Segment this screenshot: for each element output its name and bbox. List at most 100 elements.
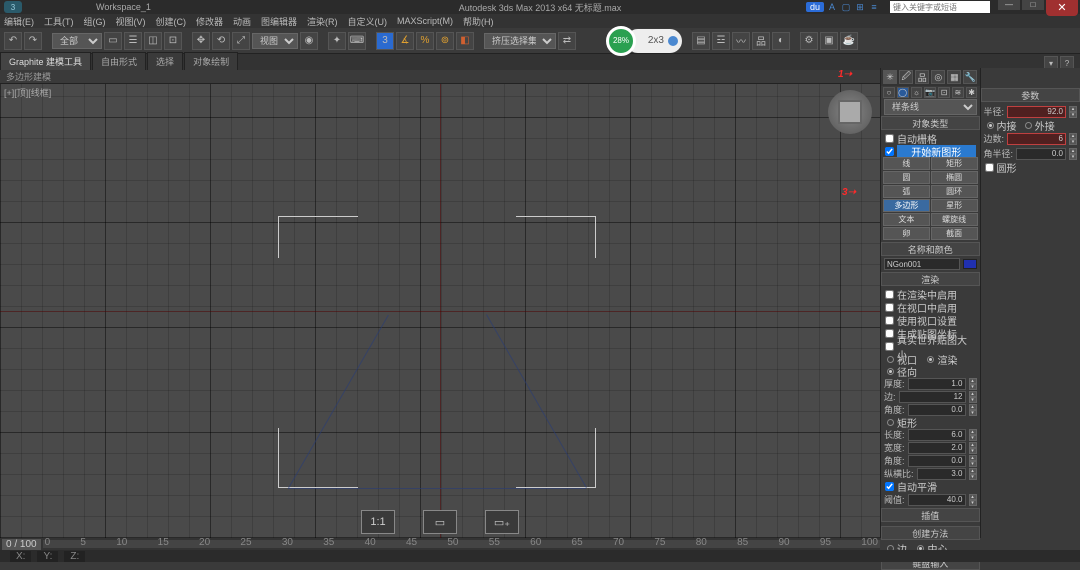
obj-line-button[interactable]: 线	[883, 157, 930, 170]
align-button[interactable]: ▤	[692, 32, 710, 50]
modify-tab-icon[interactable]: 🖉	[899, 70, 913, 84]
render-frame-button[interactable]: ▣	[820, 32, 838, 50]
space-warps-cat-icon[interactable]: ≋	[952, 87, 964, 98]
material-editor-button[interactable]: ◐	[772, 32, 790, 50]
rollout-name-color[interactable]: 名称和颜色	[881, 242, 980, 256]
scale-button[interactable]: ⤢	[232, 32, 250, 50]
ribbon-tab-freeform[interactable]: 自由形式	[92, 52, 146, 70]
rotate-button[interactable]: ⟲	[212, 32, 230, 50]
obj-circle-button[interactable]: 圆	[883, 171, 930, 184]
enable-render-checkbox[interactable]	[885, 290, 894, 299]
spinner-snap-button[interactable]: ⊚	[436, 32, 454, 50]
rollout-object-type[interactable]: 对象类型	[881, 116, 980, 130]
autogrid-checkbox[interactable]	[885, 134, 894, 143]
viewcube[interactable]	[828, 90, 872, 134]
rollout-creation-method[interactable]: 创建方法	[881, 526, 980, 540]
obj-helix-button[interactable]: 螺旋线	[931, 213, 978, 226]
inscribed-radio[interactable]	[987, 122, 994, 129]
helpers-cat-icon[interactable]: ⊡	[938, 87, 950, 98]
thickness-spinner[interactable]: 1.0	[908, 378, 966, 390]
display-tab-icon[interactable]: ▦	[947, 70, 961, 84]
width-spinner[interactable]: 2.0	[908, 442, 966, 454]
minimize-button[interactable]: —	[998, 0, 1020, 10]
viewcube-face-icon[interactable]	[838, 100, 862, 124]
angle-snap-button[interactable]: ∡	[396, 32, 414, 50]
move-button[interactable]: ✥	[192, 32, 210, 50]
circular-checkbox[interactable]	[985, 163, 994, 172]
aspect-button[interactable]: 1:1	[361, 510, 395, 534]
motion-tab-icon[interactable]: ◎	[931, 70, 945, 84]
menu-maxscript[interactable]: MAXScript(M)	[397, 16, 453, 26]
keyboard-shortcut-button[interactable]: ⌨	[348, 32, 366, 50]
aspect-spinner[interactable]: 3.0	[917, 468, 966, 480]
viewport-top[interactable]: [+][顶][线框] 1:1 ▭ ▭₊	[0, 84, 880, 538]
percent-snap-button[interactable]: %	[416, 32, 434, 50]
start-new-shape-checkbox[interactable]	[885, 147, 894, 156]
undo-button[interactable]: ↶	[4, 32, 22, 50]
text-a-icon[interactable]: A	[826, 1, 838, 13]
select-manipulate-button[interactable]: ✦	[328, 32, 346, 50]
rollout-rendering[interactable]: 渲染	[881, 272, 980, 286]
layers-button[interactable]: ☲	[712, 32, 730, 50]
utilities-tab-icon[interactable]: 🔧	[963, 70, 977, 84]
window-crossing-button[interactable]: ⊡	[164, 32, 182, 50]
coord-x[interactable]: X:	[10, 551, 31, 562]
menu-group[interactable]: 组(G)	[84, 15, 106, 28]
object-name-input[interactable]: NGon001	[884, 258, 960, 270]
autosmooth-checkbox[interactable]	[885, 482, 894, 491]
mirror-button[interactable]: ⇄	[558, 32, 576, 50]
menu-edit[interactable]: 编辑(E)	[4, 15, 34, 28]
app-logo-icon[interactable]: 3	[4, 1, 22, 13]
obj-donut-button[interactable]: 圆环	[931, 185, 978, 198]
rollout-parameters[interactable]: 参数	[981, 88, 1080, 102]
angle2-spinner[interactable]: 0.0	[908, 455, 966, 467]
obj-star-button[interactable]: 星形	[931, 199, 978, 212]
sides-spinner[interactable]: 12	[899, 391, 966, 403]
obj-egg-button[interactable]: 卵	[883, 227, 930, 240]
real-world-checkbox[interactable]	[885, 342, 894, 351]
threshold-spinner[interactable]: 40.0	[908, 494, 966, 506]
workspace-selector[interactable]: Workspace_1	[96, 2, 151, 12]
baidu-icon[interactable]: du	[806, 2, 824, 12]
lights-cat-icon[interactable]: ☼	[911, 87, 923, 98]
menu-modifiers[interactable]: 修改器	[196, 15, 223, 28]
maximize-button[interactable]: □	[1022, 0, 1044, 10]
circumscribed-radio[interactable]	[1025, 122, 1032, 129]
render-radio[interactable]	[927, 356, 934, 363]
pivot-button[interactable]: ◉	[300, 32, 318, 50]
menu-help[interactable]: 帮助(H)	[463, 15, 494, 28]
start-new-shape-button[interactable]: 开始新图形	[897, 145, 976, 157]
obj-arc-button[interactable]: 弧	[883, 185, 930, 198]
menu-animation[interactable]: 动画	[233, 15, 251, 28]
render-setup-button[interactable]: ⚙	[800, 32, 818, 50]
menu-grapheditors[interactable]: 图编辑器	[261, 15, 297, 28]
help-search-input[interactable]	[890, 1, 990, 13]
ribbon-tab-selection[interactable]: 选择	[147, 52, 183, 70]
use-viewport-checkbox[interactable]	[885, 316, 894, 325]
select-by-name-button[interactable]: ☰	[124, 32, 142, 50]
ribbon-tab-objectpaint[interactable]: 对象绘制	[184, 52, 238, 70]
snap-toggle-button[interactable]: 3	[376, 32, 394, 50]
bars-icon[interactable]: ≡	[868, 1, 880, 13]
numsides-spinner[interactable]: 6	[1007, 133, 1066, 145]
frame-indicator[interactable]: 0 / 100	[2, 539, 41, 550]
grid-icon[interactable]: ⊞	[854, 1, 866, 13]
named-selection-dropdown[interactable]: 挤压选择集	[484, 33, 556, 49]
viewport-label[interactable]: [+][顶][线框]	[4, 86, 51, 99]
enable-viewport-checkbox[interactable]	[885, 303, 894, 312]
coord-y[interactable]: Y:	[37, 551, 58, 562]
rect-radio[interactable]	[887, 419, 894, 426]
hierarchy-tab-icon[interactable]: 品	[915, 70, 929, 84]
edged-faces-button[interactable]: ◧	[456, 32, 474, 50]
cornerr-spinner[interactable]: 0.0	[1016, 148, 1066, 160]
coord-z[interactable]: Z:	[64, 551, 85, 562]
obj-ngon-button[interactable]: 多边形	[883, 199, 930, 212]
menu-tools[interactable]: 工具(T)	[44, 15, 74, 28]
obj-rectangle-button[interactable]: 矩形	[931, 157, 978, 170]
refcoord-dropdown[interactable]: 视图	[252, 33, 298, 49]
obj-section-button[interactable]: 截面	[931, 227, 978, 240]
time-track[interactable]: 0510152025303540455055606570758085909510…	[43, 540, 880, 548]
shapes-cat-icon[interactable]: ◯	[897, 87, 909, 98]
menu-view[interactable]: 视图(V)	[116, 15, 146, 28]
region-button[interactable]: ▭₊	[485, 510, 519, 534]
